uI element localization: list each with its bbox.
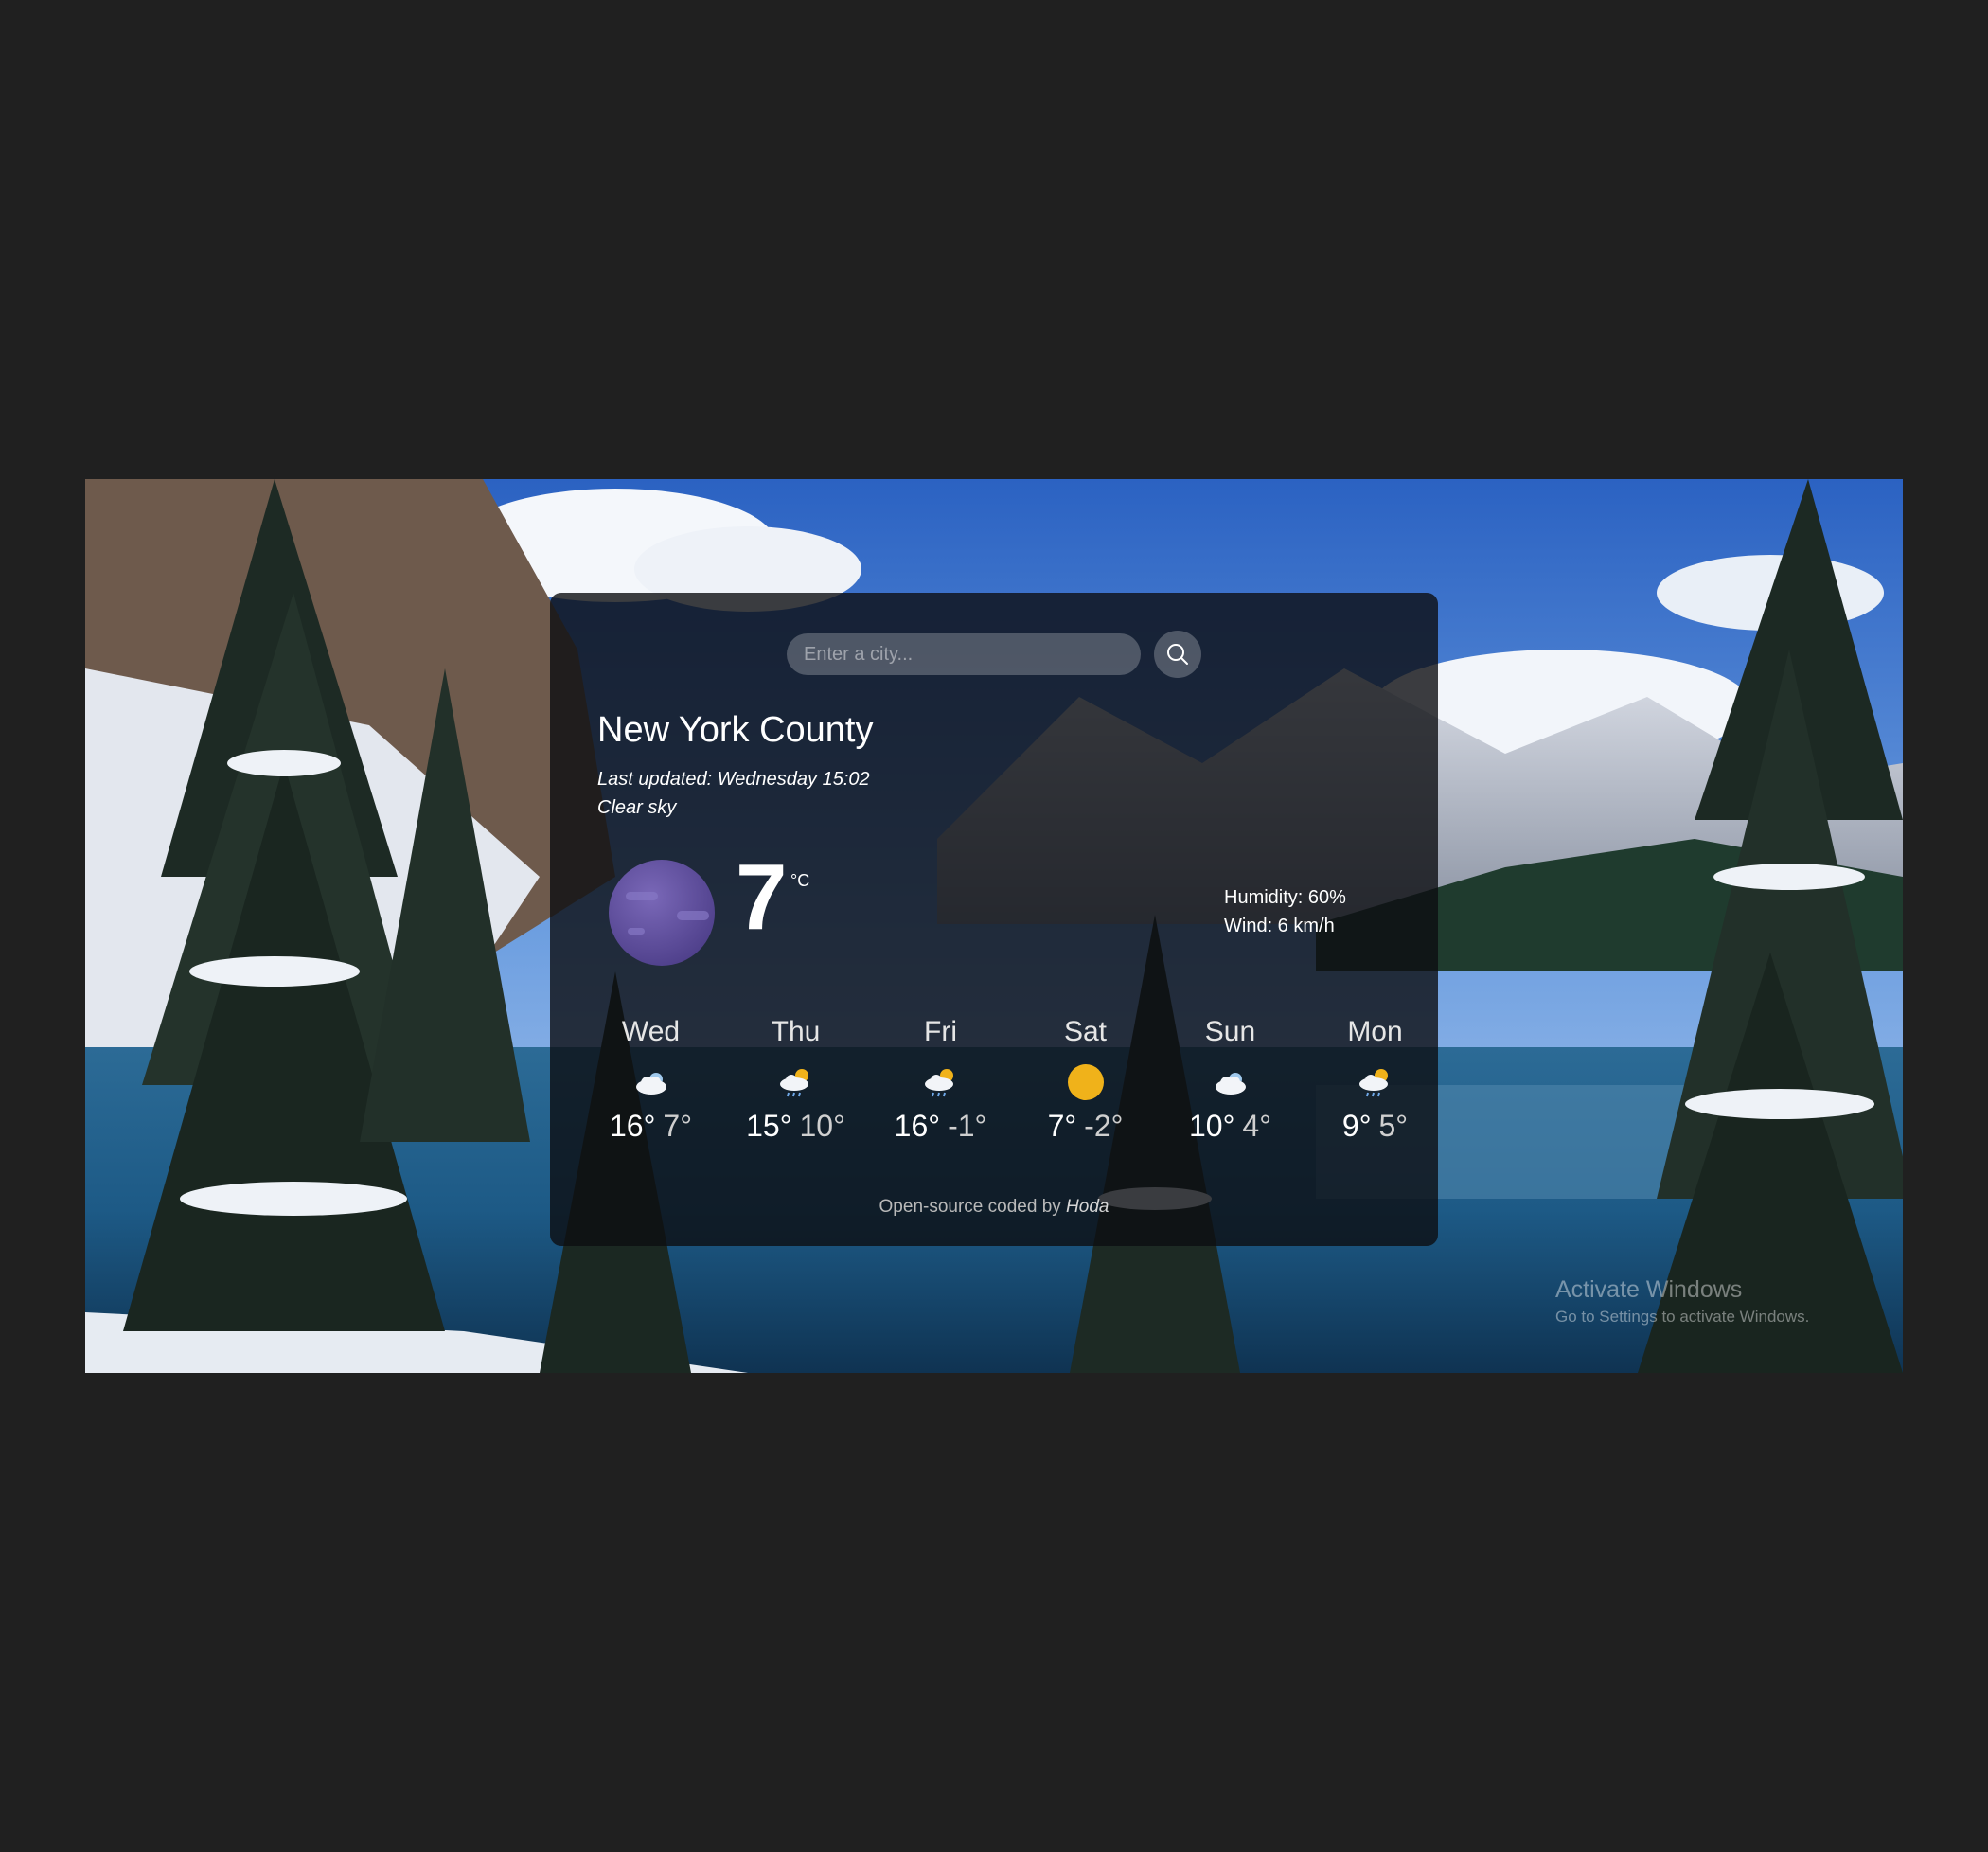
forecast-min: 4° xyxy=(1242,1109,1271,1143)
forecast-max: 9° xyxy=(1341,1109,1372,1143)
forecast-temps: 9° 5° xyxy=(1303,1109,1447,1144)
forecast-day-name: Sat xyxy=(1063,1016,1108,1047)
night-moon-icon xyxy=(609,860,715,966)
forecast-day-name: Thu xyxy=(771,1016,821,1047)
weather-description: Clear sky xyxy=(597,797,677,818)
forecast-temps: 16° 7° xyxy=(578,1109,723,1144)
humidity-text: Humidity: 60% xyxy=(1224,887,1346,908)
forecast-temps: 7° -2° xyxy=(1013,1109,1158,1144)
forecast-day-name: Wed xyxy=(621,1016,681,1047)
app-viewport: New York County Last updated: Wednesday … xyxy=(85,479,1903,1373)
forecast-temps: 16° -1° xyxy=(868,1109,1013,1144)
city-name: New York County xyxy=(597,710,874,750)
wind-text: Wind: 6 km/h xyxy=(1224,916,1335,936)
rain-sun-icon xyxy=(779,1069,808,1097)
forecast-day-name: Mon xyxy=(1347,1016,1403,1047)
forecast-row: Wed 16° 7° Thu 15° 10° Fri 16° -1° Sat 7… xyxy=(578,1016,1447,1144)
footer-text: Open-source coded by xyxy=(879,1197,1061,1217)
forecast-min: -2° xyxy=(1084,1109,1124,1143)
forecast-day-name: Sun xyxy=(1204,1016,1256,1047)
cloudy-icon xyxy=(635,1073,666,1095)
forecast-max: 10° xyxy=(1189,1109,1235,1143)
last-updated-text: Last updated: Wednesday 15:02 xyxy=(597,769,870,790)
forecast-max: 15° xyxy=(746,1109,792,1143)
watermark-title: Activate Windows xyxy=(1555,1276,1743,1303)
forecast-min: -1° xyxy=(948,1109,987,1143)
forecast-day: Sat 7° -2° xyxy=(1013,1016,1158,1144)
forecast-min: 10° xyxy=(799,1109,845,1143)
sun-icon xyxy=(1067,1064,1104,1100)
forecast-day: Mon 9° 5° xyxy=(1303,1016,1447,1144)
forecast-max: 16° xyxy=(610,1109,656,1143)
forecast-day: Sun 10° 4° xyxy=(1158,1016,1303,1144)
forecast-max: 7° xyxy=(1047,1109,1077,1143)
rain-sun-icon xyxy=(1358,1069,1388,1097)
forecast-day: Thu 15° 10° xyxy=(723,1016,868,1144)
current-temperature: 7 xyxy=(736,845,788,949)
rain-sun-icon xyxy=(924,1069,953,1097)
search-button[interactable] xyxy=(1154,631,1201,678)
forecast-temps: 10° 4° xyxy=(1158,1109,1303,1144)
forecast-day: Wed 16° 7° xyxy=(578,1016,723,1144)
forecast-day-name: Fri xyxy=(924,1016,957,1047)
weather-card: New York County Last updated: Wednesday … xyxy=(550,593,1438,1246)
watermark-subtitle: Go to Settings to activate Windows. xyxy=(1555,1308,1810,1326)
search-bar xyxy=(550,631,1438,678)
cloudy-icon xyxy=(1215,1073,1246,1095)
forecast-min: 7° xyxy=(663,1109,692,1143)
forecast-day: Fri 16° -1° xyxy=(868,1016,1013,1144)
footer-credit: Open-source coded by Hoda xyxy=(550,1197,1438,1218)
forecast-min: 5° xyxy=(1378,1109,1409,1143)
search-icon xyxy=(1167,644,1188,665)
temperature-unit: °C xyxy=(790,871,810,890)
forecast-temps: 15° 10° xyxy=(723,1109,868,1144)
activate-windows-watermark: Activate Windows Go to Settings to activ… xyxy=(1555,1276,1809,1327)
author-link[interactable]: Hoda xyxy=(1066,1197,1109,1217)
city-search-input[interactable] xyxy=(787,633,1141,675)
forecast-max: 16° xyxy=(894,1109,941,1143)
